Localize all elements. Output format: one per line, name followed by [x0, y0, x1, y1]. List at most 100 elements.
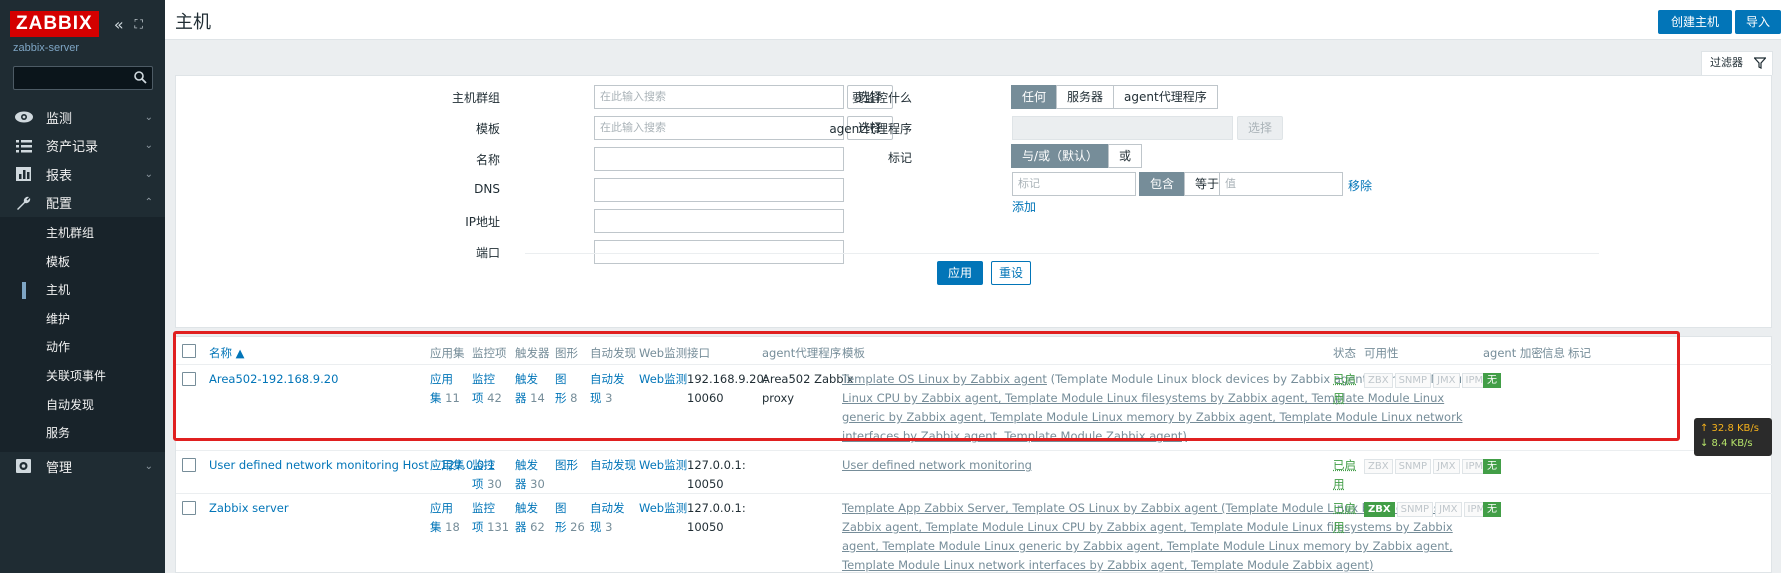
menu-configuration-label: 配置 [46, 193, 72, 212]
ip-input[interactable] [594, 209, 844, 233]
menu-reports[interactable]: 报表 ⌄ [0, 160, 165, 189]
host-groups-input[interactable]: 在此输入搜索 [594, 85, 844, 109]
status-enabled-link[interactable]: 已启用 [1333, 370, 1356, 408]
status-enabled-link[interactable]: 已启用 [1333, 499, 1356, 537]
triggers-link[interactable]: 触发器 30 [515, 456, 545, 494]
status-text-a: 已启 [1333, 458, 1356, 472]
template-link[interactable]: Zabbix agent, Template Module Linux CPU … [842, 520, 1453, 534]
submenu-event-correlation[interactable]: 关联项事件 [0, 362, 165, 391]
tag-value-input[interactable]: 值 [1219, 172, 1343, 196]
menu-inventory[interactable]: 资产记录 ⌄ [0, 132, 165, 161]
discovery-link[interactable]: 自动发现 3 [590, 370, 625, 408]
availability-badges: ZBX SNMP JMX IPMI [1364, 459, 1490, 474]
triggers-link[interactable]: 触发器 14 [515, 370, 545, 408]
remove-tag-link[interactable]: 移除 [1348, 177, 1372, 194]
graphs-link[interactable]: 图形 26 [555, 499, 585, 537]
host-name-link[interactable]: Zabbix server [209, 499, 289, 518]
web-link[interactable]: Web监测 [639, 370, 687, 389]
page-title: 主机 [175, 8, 211, 34]
template-link[interactable]: Template OS Linux by Zabbix agent [842, 372, 1047, 386]
status-text-b: 用 [1333, 477, 1345, 491]
header-separator [176, 364, 1773, 365]
applications-link[interactable]: 应用集 18 [430, 499, 460, 537]
ip-label: IP地址 [426, 213, 500, 230]
template-link[interactable]: generic by Zabbix agent, Template Module… [842, 410, 1462, 424]
tags-eval-or[interactable]: 或 [1108, 144, 1142, 168]
port-input[interactable] [594, 240, 844, 264]
monitored-by-label: 要监控什么 [816, 89, 912, 106]
menu-monitoring[interactable]: 监测 ⌄ [0, 103, 165, 132]
monitored-by-any[interactable]: 任何 [1011, 85, 1057, 109]
menu-administration[interactable]: 管理 ⌄ [0, 452, 165, 481]
name-input[interactable] [594, 147, 844, 171]
filter-tab[interactable]: 过滤器 [1701, 51, 1773, 75]
monitored-by-server[interactable]: 服务器 [1056, 85, 1114, 109]
host-name-link[interactable]: Area502-192.168.9.20 [209, 370, 338, 389]
tags-eval-segmented: 与/或（默认） 或 [1012, 144, 1142, 168]
graphs-link[interactable]: 图形 8 [555, 370, 577, 408]
proxy-select-button[interactable]: 选择 [1237, 116, 1283, 140]
zabbix-logo[interactable]: ZABBIX [10, 11, 99, 37]
kiosk-mode-icon[interactable]: ⛶ [131, 17, 147, 32]
interface-ip: 127.0.0.1: [687, 501, 746, 515]
submenu-services[interactable]: 服务 [0, 419, 165, 448]
status-enabled-link[interactable]: 已启用 [1333, 456, 1356, 494]
discovery-link[interactable]: 自动发现 3 [590, 499, 625, 537]
web-link[interactable]: Web监测 [639, 456, 687, 475]
tags-eval-and-or[interactable]: 与/或（默认） [1011, 144, 1109, 168]
row-checkbox[interactable] [182, 372, 196, 386]
items-link[interactable]: 监控项 42 [472, 370, 502, 408]
applications-link[interactable]: 应用集 11 [430, 370, 460, 408]
applications-text-a: 应用 [430, 501, 453, 515]
items-link[interactable]: 监控项 30 [472, 456, 502, 494]
triggers-text-b: 器 [515, 520, 527, 534]
discovery-text-b: 现 [590, 520, 602, 534]
items-link[interactable]: 监控项 131 [472, 499, 509, 537]
apply-button[interactable]: 应用 [937, 261, 983, 285]
applications-link[interactable]: 应用集 [430, 456, 465, 475]
import-button[interactable]: 导入 [1735, 10, 1781, 34]
web-link[interactable]: Web监测 [639, 499, 687, 518]
interface-cell: 192.168.9.20: 10060 [687, 370, 768, 408]
submenu-hosts[interactable]: 主机 [0, 276, 165, 305]
triggers-text-a: 触发 [515, 501, 538, 515]
submenu-maintenance[interactable]: 维护 [0, 305, 165, 334]
add-tag-link[interactable]: 添加 [1012, 198, 1036, 215]
create-host-button[interactable]: 创建主机 [1658, 10, 1732, 34]
select-all-checkbox[interactable] [182, 344, 196, 358]
applications-count: 18 [445, 520, 460, 534]
submenu-templates[interactable]: 模板 [0, 248, 165, 277]
network-speed-widget: ↑ 32.8 KB/s ↓ 8.4 KB/s [1694, 418, 1772, 456]
submenu-actions[interactable]: 动作 [0, 333, 165, 362]
template-link[interactable]: interfaces by Zabbix agent, Template Mod… [842, 429, 1187, 443]
triggers-link[interactable]: 触发器 62 [515, 499, 545, 537]
gear-icon [14, 458, 34, 474]
template-link[interactable]: Template Module Linux network interfaces… [842, 558, 1374, 572]
template-link[interactable]: agent, Template Module Linux generic by … [842, 539, 1453, 553]
tag-operator-contains[interactable]: 包含 [1139, 172, 1185, 196]
filter-panel: 主机群组 在此输入搜索 选择 模板 在此输入搜索 选择 名称 DNS IP地址 … [175, 75, 1772, 328]
reset-button[interactable]: 重设 [991, 261, 1031, 285]
template-link[interactable]: User defined network monitoring [842, 458, 1032, 472]
collapse-sidebar-icon[interactable]: « [111, 15, 127, 34]
triggers-text-b: 器 [515, 391, 527, 405]
menu-configuration[interactable]: 配置 ⌃ [0, 189, 165, 218]
sidebar-search-input[interactable] [13, 66, 153, 90]
row-checkbox[interactable] [182, 501, 196, 515]
graphs-link[interactable]: 图形 [555, 456, 578, 475]
zbx-badge: ZBX [1364, 459, 1393, 474]
dns-input[interactable] [594, 178, 844, 202]
row-checkbox[interactable] [182, 458, 196, 472]
search-icon[interactable] [134, 71, 147, 84]
monitored-by-proxy[interactable]: agent代理程序 [1113, 85, 1218, 109]
submenu-host-groups[interactable]: 主机群组 [0, 219, 165, 248]
server-name: zabbix-server [13, 42, 79, 54]
discovery-link[interactable]: 自动发现 [590, 456, 636, 475]
proxy-text-b: proxy [762, 391, 794, 405]
proxy-input[interactable] [1012, 116, 1233, 140]
tag-name-input[interactable]: 标记 [1012, 172, 1136, 196]
templates-input[interactable]: 在此输入搜索 [594, 116, 844, 140]
submenu-discovery[interactable]: 自动发现 [0, 391, 165, 420]
col-name-sort[interactable]: 名称 ▲ [209, 345, 245, 361]
host-groups-label: 主机群组 [426, 89, 500, 106]
